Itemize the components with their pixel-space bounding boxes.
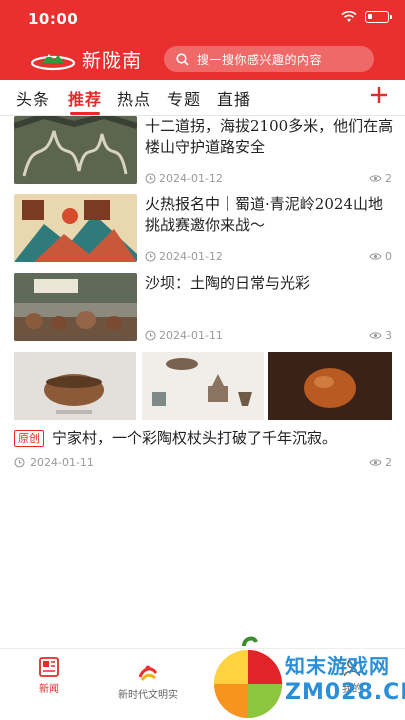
view-count: 2: [369, 172, 392, 185]
news-item[interactable]: 沙坝：土陶的日常与光彩 2024-01-11 3: [14, 273, 392, 345]
view-count-value: 2: [385, 172, 392, 185]
nav-news-label: 新闻: [39, 684, 59, 695]
news-item[interactable]: 火热报名中｜蜀道·青泥岭2024山地挑战赛邀你来战～ 2024-01-12 0: [14, 194, 392, 266]
view-count: 3: [369, 329, 392, 342]
tab-recommend[interactable]: 推荐: [68, 86, 102, 110]
search-bar[interactable]: 搜一搜你感兴趣的内容: [164, 46, 374, 72]
channel-tabs: 头条 推荐 热点 专题 直播: [0, 80, 405, 116]
view-count-value: 2: [385, 456, 392, 469]
brand-name: 新陇南: [82, 50, 143, 72]
featured-images[interactable]: [14, 352, 392, 420]
article-date: 2024-01-11: [159, 329, 223, 342]
article-meta: 2024-01-11 3: [145, 329, 392, 343]
original-badge: 原创: [14, 429, 44, 447]
clock-icon: [14, 457, 25, 468]
featured-image-bowl: [14, 352, 136, 420]
search-icon: [176, 52, 189, 66]
thumbnail-pottery-shop: [14, 273, 137, 341]
eye-icon: [369, 253, 382, 260]
status-icons: [341, 11, 392, 23]
article-title: 沙坝：土陶的日常与光彩: [145, 274, 311, 292]
article-title: 十二道拐，海拔2100多米，他们在高楼山守护道路安全: [145, 117, 394, 156]
featured-article[interactable]: 原创 宁家村，一个彩陶权杖头打破了千年沉寂。: [14, 428, 392, 448]
clock-icon: [145, 330, 156, 341]
clock-icon: [145, 173, 156, 184]
article-date: 2024-01-12: [159, 250, 223, 263]
featured-image-artifacts: [142, 352, 264, 420]
tab-topics[interactable]: 专题: [167, 86, 201, 110]
watermark-domain: ZM028.CN: [285, 680, 405, 705]
thumbnail-event-poster: [14, 194, 137, 262]
wifi-icon: [341, 11, 357, 22]
brand-logo: 新陇南: [30, 46, 142, 73]
eye-icon: [369, 175, 382, 182]
featured-image-painted-pot: [268, 352, 392, 420]
thumbnail-mountain-road: [14, 116, 137, 184]
view-count-value: 3: [385, 329, 392, 342]
news-icon: [39, 657, 59, 677]
app-header: 10:00 新陇南 搜一搜你感兴趣的内容: [0, 0, 405, 80]
featured-meta: 2024-01-11 2: [14, 456, 392, 470]
add-channel-icon[interactable]: [367, 83, 391, 107]
tab-headlines[interactable]: 头条: [16, 86, 50, 110]
view-count: 0: [369, 250, 392, 263]
battery-icon: [365, 11, 392, 23]
featured-date: 2024-01-11: [30, 456, 94, 469]
logo-icon: [30, 53, 76, 70]
tab-live[interactable]: 直播: [217, 86, 251, 110]
article-meta: 2024-01-12 0: [145, 250, 392, 264]
civilization-icon: [138, 665, 158, 681]
watermark-text: 知末游戏网: [285, 654, 390, 678]
active-tab-indicator: [70, 112, 100, 115]
featured-title: 宁家村，一个彩陶权杖头打破了千年沉寂。: [52, 429, 338, 447]
eye-icon: [369, 459, 382, 466]
article-title: 火热报名中｜蜀道·青泥岭2024山地挑战赛邀你来战～: [145, 195, 383, 234]
view-count: 2: [369, 456, 392, 469]
article-date: 2024-01-12: [159, 172, 223, 185]
article-meta: 2024-01-12 2: [145, 172, 392, 186]
nav-civilization-label: 新时代文明实: [118, 690, 178, 701]
status-bar: 10:00: [0, 0, 405, 38]
status-time: 10:00: [28, 10, 79, 28]
nav-civilization[interactable]: 新时代文明实: [118, 663, 178, 701]
search-placeholder: 搜一搜你感兴趣的内容: [197, 52, 323, 67]
nav-news[interactable]: 新闻: [38, 657, 60, 695]
view-count-value: 0: [385, 250, 392, 263]
clock-icon: [145, 251, 156, 262]
tab-hot[interactable]: 热点: [117, 86, 151, 110]
eye-icon: [369, 332, 382, 339]
news-item[interactable]: 十二道拐，海拔2100多米，他们在高楼山守护道路安全 2024-01-12 2: [14, 116, 394, 188]
